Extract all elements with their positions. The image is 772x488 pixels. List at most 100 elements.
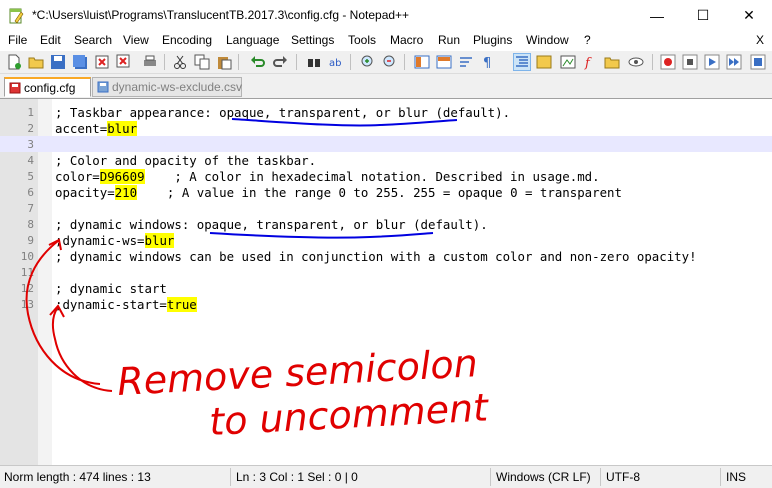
save-all-icon[interactable] [72,54,88,70]
notepadpp-app-icon[interactable] [8,8,24,24]
paste-icon[interactable] [216,54,232,70]
toolbar-separator [404,54,405,70]
menu-encoding[interactable]: Encoding [162,33,212,47]
code-key: ;dynamic-ws= [55,233,145,248]
stop-macro-icon[interactable] [682,54,698,70]
run-macro-multiple-icon[interactable] [726,54,742,70]
zoom-in-icon[interactable] [360,54,376,70]
toolbar-separator [164,54,165,70]
code-key: ;dynamic-start= [55,297,167,312]
zoom-out-icon[interactable] [382,54,398,70]
save-icon[interactable] [50,54,66,70]
toolbar-separator [652,54,653,70]
toolbar-separator [238,54,239,70]
line-number: 10 [20,250,34,263]
copy-icon[interactable] [194,54,210,70]
line-number: 11 [20,266,34,279]
highlighted-value: blur [144,233,175,248]
tab-label: config.cfg [24,80,76,95]
menu-plugins[interactable]: Plugins [473,33,512,47]
close-window-button[interactable]: ✕ [726,0,772,31]
replace-icon[interactable]: ab [328,54,344,70]
menu-window[interactable]: Window [526,33,569,47]
tab-label: dynamic-ws-exclude.csv [112,80,243,94]
line-text: ; dynamic windows: opaque, transparent, … [55,217,488,232]
status-divider [490,468,491,486]
status-encoding[interactable]: UTF-8 [606,470,640,484]
print-icon[interactable] [142,54,158,70]
save-macro-icon[interactable] [750,54,766,70]
status-bar: Norm length : 474 lines : 13 Ln : 3 Col … [0,465,772,488]
toolbar: ab ¶ f [0,51,772,74]
svg-text:ab: ab [329,58,341,69]
line-number: 9 [27,234,34,247]
line-text: ; dynamic start [55,281,167,296]
show-all-chars-icon[interactable]: ¶ [480,54,496,70]
menu-language[interactable]: Language [226,33,279,47]
line-text: ;dynamic-start=true [55,297,197,312]
word-wrap-icon[interactable] [458,54,474,70]
sync-horizontal-icon[interactable] [436,54,452,70]
find-icon[interactable] [306,54,322,70]
folder-workspace-icon[interactable] [604,54,620,70]
unsaved-file-icon [9,82,21,93]
line-text: ; dynamic windows can be used in conjunc… [55,249,697,264]
sync-vertical-icon[interactable] [414,54,430,70]
code-key: accent= [55,121,108,136]
undo-icon[interactable] [250,54,266,70]
code-key: opacity= [55,185,115,200]
maximize-button[interactable]: ☐ [680,0,726,31]
status-doc-info: Norm length : 474 lines : 13 [4,470,151,484]
line-number: 5 [27,170,34,183]
close-file-icon[interactable] [94,54,110,70]
close-all-icon[interactable] [116,54,132,70]
annotation-text-line-1: Remove semicolon [116,341,479,404]
menu-help[interactable]: ? [584,33,591,47]
line-number: 1 [27,106,34,119]
menu-bar: File Edit Search View Encoding Language … [0,31,772,51]
menu-tools[interactable]: Tools [348,33,376,47]
code-line: 7 [0,200,772,216]
status-divider [600,468,601,486]
editor[interactable]: 1 ; Taskbar appearance: opaque, transpare… [0,99,772,465]
redo-icon[interactable] [272,54,288,70]
highlighted-value: blur [107,121,138,136]
line-text: accent=blur [55,121,138,136]
doc-map-icon[interactable] [560,54,576,70]
close-document-button[interactable]: X [756,33,764,47]
code-line: 13 ;dynamic-start=true [0,296,772,312]
monitoring-icon[interactable] [628,54,644,70]
menu-settings[interactable]: Settings [291,33,334,47]
indent-guide-icon[interactable] [513,53,531,71]
user-language-icon[interactable] [536,54,552,70]
play-macro-icon[interactable] [704,54,720,70]
menu-edit[interactable]: Edit [40,33,61,47]
minimize-button[interactable]: — [634,0,680,31]
highlighted-value: D96609 [99,169,145,184]
arrow-line-13 [51,306,113,392]
status-insert-mode[interactable]: INS [726,470,746,484]
new-file-icon[interactable] [6,54,22,70]
code-comment: ; A color in hexadecimal notation. Descr… [144,169,600,184]
window-title: *C:\Users\luist\Programs\TranslucentTB.2… [32,8,410,22]
open-file-icon[interactable] [28,54,44,70]
current-line: 3 [0,136,772,152]
cut-icon[interactable] [172,54,188,70]
menu-run[interactable]: Run [438,33,460,47]
tab-config-cfg[interactable]: config.cfg [4,77,91,97]
line-text: ; Color and opacity of the taskbar. [55,153,317,168]
line-number: 2 [27,122,34,135]
menu-view[interactable]: View [123,33,149,47]
status-eol[interactable]: Windows (CR LF) [496,470,591,484]
code-line: 8 ; dynamic windows: opaque, transparent,… [0,216,772,232]
record-macro-icon[interactable] [660,54,676,70]
tab-dynamic-ws-exclude[interactable]: dynamic-ws-exclude.csv [92,77,242,97]
menu-search[interactable]: Search [74,33,112,47]
menu-file[interactable]: File [8,33,27,47]
highlighted-value: true [166,297,197,312]
function-list-icon[interactable]: f [582,54,598,70]
highlighted-value: 210 [114,185,138,200]
line-number: 7 [27,202,34,215]
line-text: color=D96609 ; A color in hexadecimal no… [55,169,600,184]
menu-macro[interactable]: Macro [390,33,423,47]
